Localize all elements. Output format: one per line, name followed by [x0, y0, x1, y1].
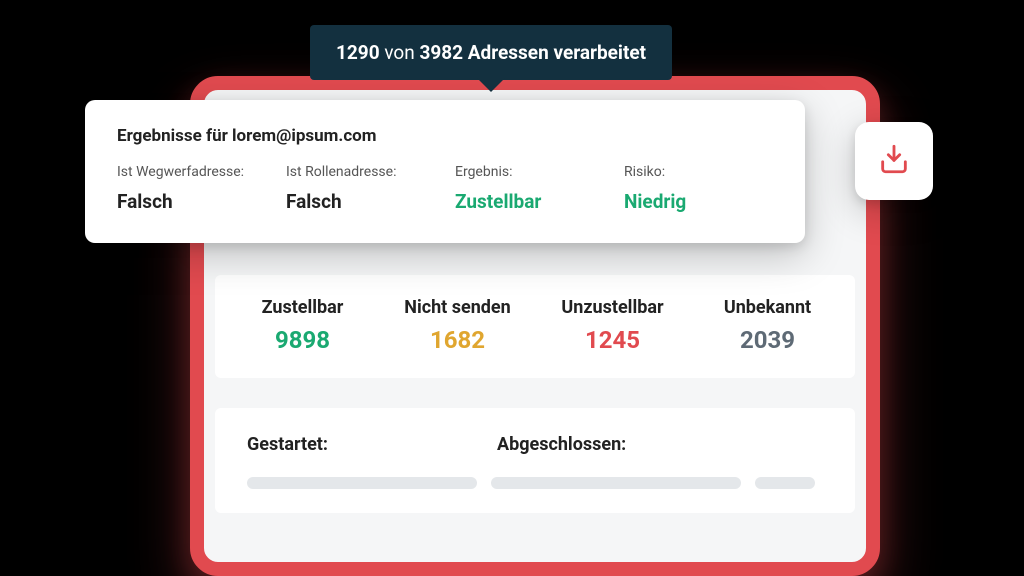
placeholder-bar [247, 477, 477, 489]
stat-value: 1682 [380, 326, 535, 354]
stat-value: 1245 [535, 326, 690, 354]
timeline-completed-label: Abgeschlossen: [497, 434, 626, 455]
progress-processed: 1290 [336, 41, 380, 64]
result-title: Ergebnisse für lorem@ipsum.com [117, 126, 773, 146]
result-grid: Ist Wegwerfadresse: Falsch Ist Rollenadr… [117, 164, 773, 213]
stat-label: Zustellbar [225, 297, 380, 318]
result-label: Ergebnis: [455, 164, 604, 180]
result-card: Ergebnisse für lorem@ipsum.com Ist Wegwe… [85, 100, 805, 243]
timeline-started-label: Gestartet: [247, 434, 497, 455]
stat-unknown: Unbekannt 2039 [690, 297, 845, 354]
stat-label: Unbekannt [690, 297, 845, 318]
progress-tooltip: 1290 von 3982 Adressen verarbeitet [310, 25, 672, 80]
result-field: Ist Wegwerfadresse: Falsch [117, 164, 266, 213]
stat-deliverable: Zustellbar 9898 [225, 297, 380, 354]
stat-donotsend: Nicht senden 1682 [380, 297, 535, 354]
stat-undeliverable: Unzustellbar 1245 [535, 297, 690, 354]
timeline-panel: Gestartet: Abgeschlossen: [215, 408, 855, 513]
timeline-placeholders [247, 477, 823, 489]
result-value: Falsch [117, 190, 266, 213]
result-label: Ist Rollenadresse: [286, 164, 435, 180]
timeline-labels: Gestartet: Abgeschlossen: [247, 434, 823, 455]
result-field: Ergebnis: Zustellbar [455, 164, 604, 213]
placeholder-bar [491, 477, 741, 489]
result-label: Ist Wegwerfadresse: [117, 164, 266, 180]
result-value: Falsch [286, 190, 435, 213]
download-tray-icon [877, 142, 911, 180]
download-button[interactable] [855, 122, 933, 200]
progress-total: 3982 [419, 41, 463, 64]
result-field: Ist Rollenadresse: Falsch [286, 164, 435, 213]
placeholder-bar [755, 477, 815, 489]
result-label: Risiko: [624, 164, 773, 180]
progress-separator: von [384, 41, 414, 64]
result-field: Risiko: Niedrig [624, 164, 773, 213]
stat-label: Unzustellbar [535, 297, 690, 318]
stat-label: Nicht senden [380, 297, 535, 318]
stat-value: 9898 [225, 326, 380, 354]
stat-value: 2039 [690, 326, 845, 354]
progress-suffix: Adressen verarbeitet [468, 41, 646, 64]
result-value: Niedrig [624, 190, 773, 213]
stats-panel: Zustellbar 9898 Nicht senden 1682 Unzust… [215, 275, 855, 378]
result-value: Zustellbar [455, 190, 604, 213]
